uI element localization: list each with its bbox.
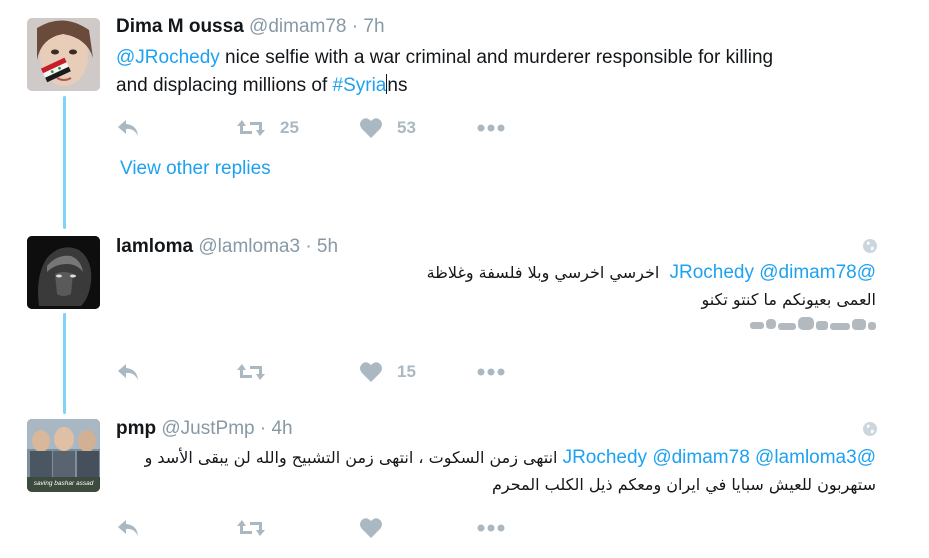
like-count: 53 xyxy=(397,118,416,137)
timestamp[interactable]: 7h xyxy=(363,16,384,37)
tweet-actions: 25 53 xyxy=(116,116,536,140)
more-button[interactable] xyxy=(476,116,506,140)
avatar-image xyxy=(27,236,100,309)
like-icon xyxy=(360,362,382,382)
retweet-count: 25 xyxy=(280,118,299,137)
tweet-actions xyxy=(116,516,536,540)
mention-links[interactable]: @JRochedy @dimam78 @lamloma3 xyxy=(563,447,876,468)
more-icon xyxy=(477,524,505,532)
retweet-button[interactable] xyxy=(236,516,266,540)
retweet-icon xyxy=(237,364,265,380)
author-name[interactable]: Dima M oussa xyxy=(116,16,244,37)
globe-icon[interactable] xyxy=(862,238,878,254)
author-handle[interactable]: @dimam78 xyxy=(249,16,346,37)
text-fragment: ستهربون للعيش سبايا في ايران ومعكم ذيل ا… xyxy=(491,475,876,494)
retweet-button[interactable]: 25 xyxy=(236,116,299,140)
text-fragment: العمى بعيونكم ما كنتو تكنو xyxy=(701,290,876,309)
more-button[interactable] xyxy=(476,360,506,384)
retweet-button[interactable] xyxy=(236,360,280,384)
avatar[interactable] xyxy=(27,18,100,91)
tweet-text: @JRochedy nice selfie with a war crimina… xyxy=(116,44,906,100)
retweet-icon xyxy=(237,120,265,136)
avatar[interactable]: saving bashar assad xyxy=(27,419,100,492)
mention-links[interactable]: @JRochedy @dimam78 xyxy=(670,262,877,283)
tweet-header: Dima M oussa @dimam78 · 7h xyxy=(116,16,385,38)
avatar[interactable] xyxy=(27,236,100,309)
reply-icon xyxy=(118,364,138,380)
author-handle[interactable]: @JustPmp xyxy=(161,418,254,439)
reply-button[interactable] xyxy=(116,116,140,140)
tweet-text: @JRochedy @dimam78 @lamloma3 انتهى زمن ا… xyxy=(116,444,876,498)
text-fragment: nice selfie with a war criminal and murd… xyxy=(219,47,774,68)
reply-button[interactable] xyxy=(116,516,140,540)
thread-line xyxy=(63,313,66,414)
text-fragment: انتهى زمن السكوت ، انتهى زمن التشبيح وال… xyxy=(144,448,558,467)
timestamp[interactable]: 4h xyxy=(271,418,292,439)
globe-icon[interactable] xyxy=(862,421,878,437)
mention-link[interactable]: @JRochedy xyxy=(116,47,220,68)
timestamp[interactable]: 5h xyxy=(317,236,338,257)
avatar-caption: saving bashar assad xyxy=(33,480,94,487)
more-button[interactable] xyxy=(476,516,506,540)
like-icon xyxy=(360,518,382,538)
hashtag-link[interactable]: #Syria xyxy=(333,75,387,96)
like-button[interactable] xyxy=(359,516,383,540)
tweet-header: lamloma @lamloma3 · 5h xyxy=(116,236,338,258)
avatar-image xyxy=(27,18,100,91)
like-icon xyxy=(360,118,382,138)
retweet-icon xyxy=(237,520,265,536)
blurred-text xyxy=(750,317,876,330)
more-icon xyxy=(477,368,505,376)
thread-line xyxy=(63,96,66,229)
tweet-header: pmp @JustPmp · 4h xyxy=(116,418,293,440)
author-name[interactable]: pmp xyxy=(116,418,156,439)
reply-icon xyxy=(118,520,138,536)
view-other-replies-link[interactable]: View other replies xyxy=(120,158,271,180)
tweet-text: @JRochedy @dimam78 اخرسي اخرسي وبلا فلسف… xyxy=(320,259,876,313)
separator: · xyxy=(259,418,267,439)
separator: · xyxy=(305,236,312,257)
tweet-actions: 15 xyxy=(116,360,536,384)
like-count: 15 xyxy=(397,362,416,381)
author-name[interactable]: lamloma xyxy=(116,236,193,257)
separator: · xyxy=(351,16,359,37)
reply-button[interactable] xyxy=(116,360,140,384)
text-fragment: اخرسي اخرسي وبلا فلسفة وغلاظة xyxy=(426,263,660,282)
reply-icon xyxy=(118,120,138,136)
author-handle[interactable]: @lamloma3 xyxy=(198,236,300,257)
text-fragment: ns xyxy=(387,75,408,96)
text-fragment: and displacing millions of xyxy=(116,75,333,96)
like-button[interactable]: 53 xyxy=(359,116,416,140)
more-icon xyxy=(477,124,505,132)
like-button[interactable]: 15 xyxy=(359,360,416,384)
